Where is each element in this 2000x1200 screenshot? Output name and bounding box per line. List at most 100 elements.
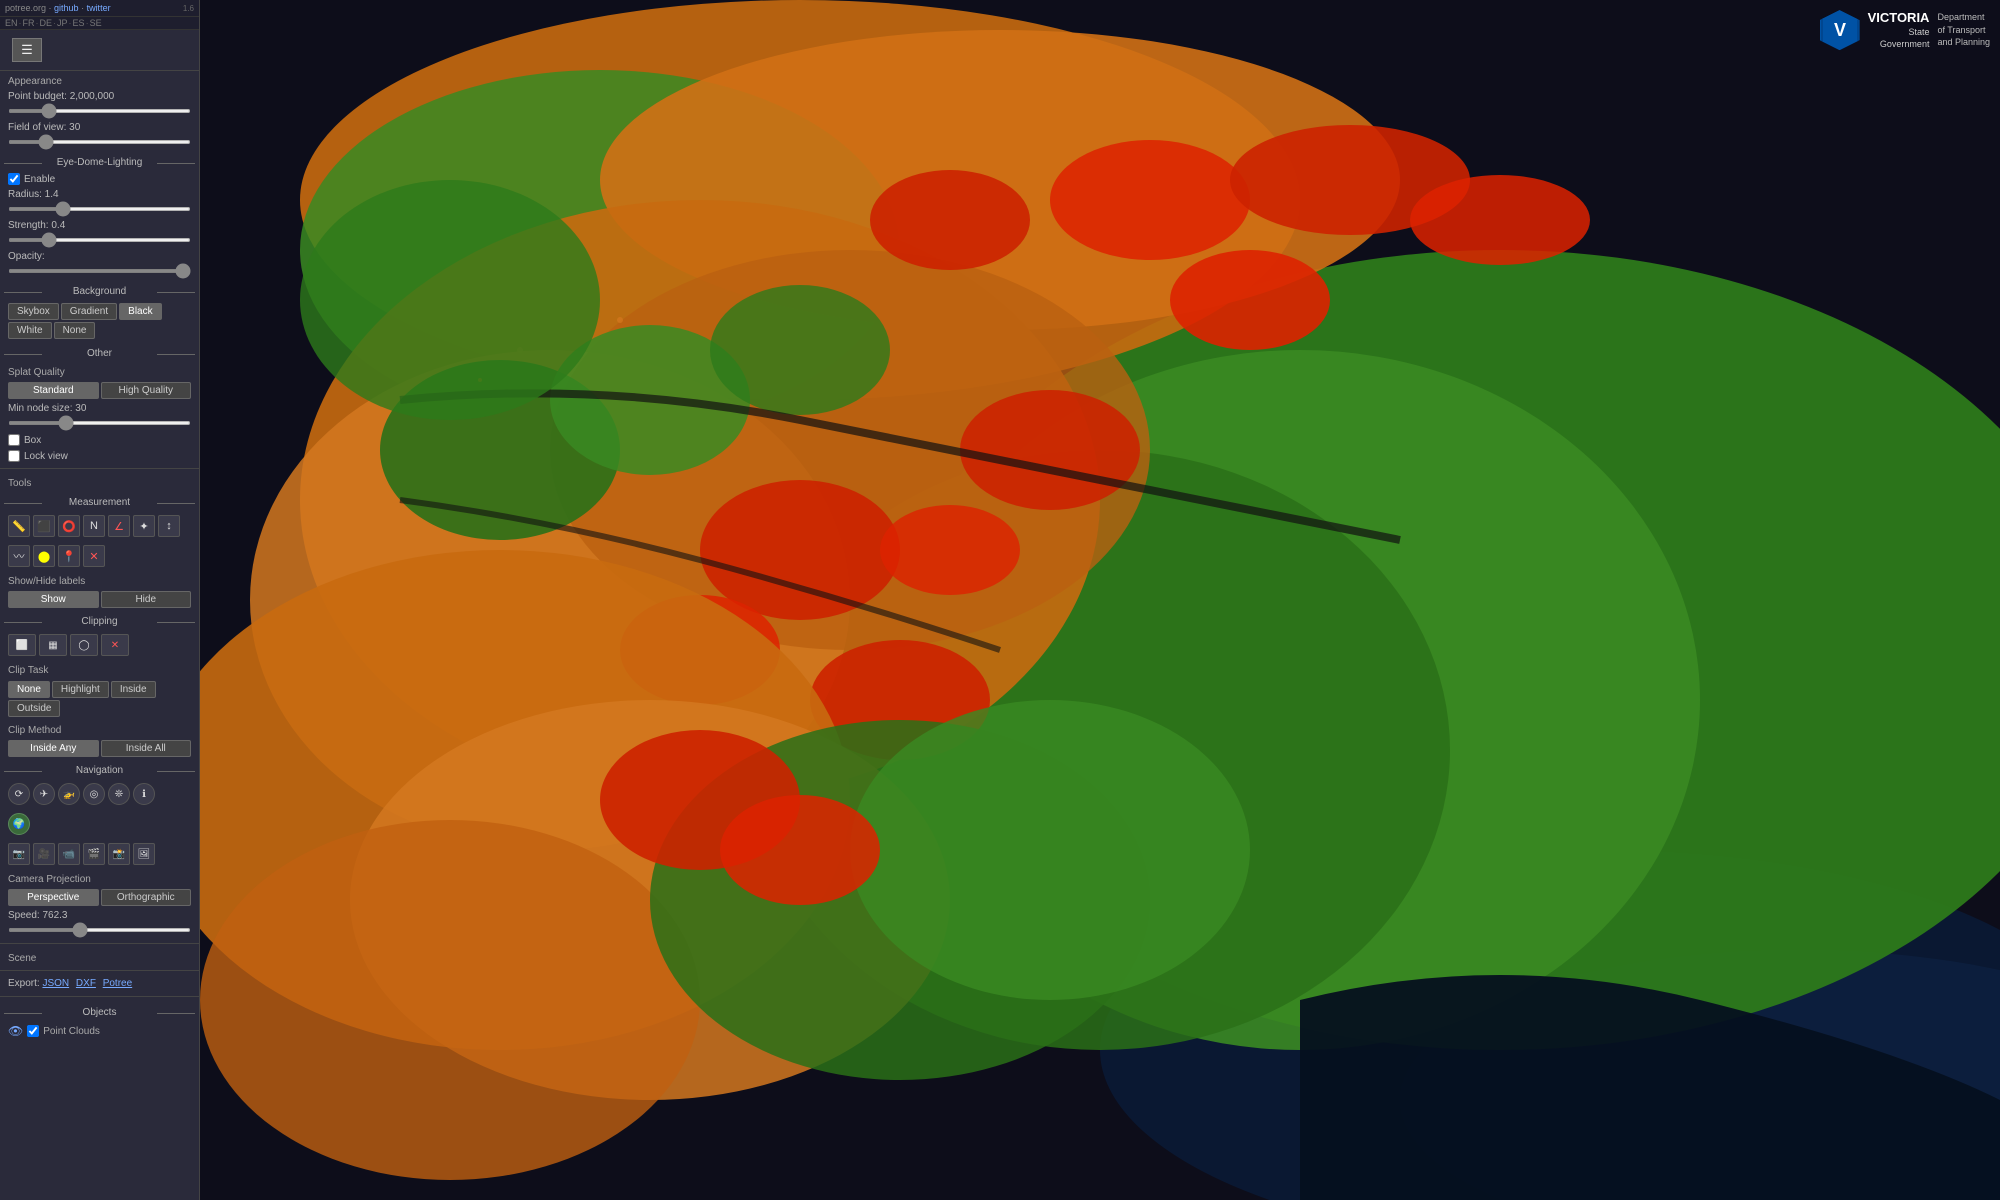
bg-black-button[interactable]: Black xyxy=(119,303,161,320)
eye-icon[interactable]: 👁 xyxy=(8,1024,23,1038)
measure-azimuth-icon[interactable]: N xyxy=(83,515,105,537)
measure-distance-icon[interactable]: 📏 xyxy=(8,515,30,537)
export-json-link[interactable]: JSON xyxy=(42,978,69,989)
min-node-label: Min node size: 30 xyxy=(8,403,191,414)
bg-none-button[interactable]: None xyxy=(54,322,96,339)
twitter-link[interactable]: twitter xyxy=(87,3,111,13)
bg-skybox-button[interactable]: Skybox xyxy=(8,303,59,320)
measurement-title-text: Measurement xyxy=(69,497,130,508)
bg-gradient-button[interactable]: Gradient xyxy=(61,303,117,320)
box-checkbox[interactable] xyxy=(8,434,20,446)
edl-strength-slider[interactable] xyxy=(8,238,191,242)
opacity-row: Opacity: xyxy=(8,251,191,276)
point-budget-row: Point budget: 2,000,000 xyxy=(8,91,191,116)
opacity-label: Opacity: xyxy=(8,251,191,262)
speed-slider[interactable] xyxy=(8,928,191,932)
orthographic-button[interactable]: Orthographic xyxy=(101,889,192,906)
splat-quality-label: Splat Quality xyxy=(8,367,191,378)
clip-box-icon[interactable]: ⬜ xyxy=(8,634,36,656)
lang-se[interactable]: SE xyxy=(90,18,102,28)
splat-standard-button[interactable]: Standard xyxy=(8,382,99,399)
splat-high-button[interactable]: High Quality xyxy=(101,382,192,399)
fov-slider[interactable] xyxy=(8,140,191,144)
bg-white-button[interactable]: White xyxy=(8,322,52,339)
clip-method-inside-any[interactable]: Inside Any xyxy=(8,740,99,757)
appearance-title: Appearance xyxy=(8,76,62,87)
lang-de[interactable]: DE xyxy=(40,18,53,28)
svg-text:V: V xyxy=(1834,20,1846,40)
background-section-title: Background xyxy=(4,286,195,297)
nav-orbit-icon[interactable]: ⟳ xyxy=(8,783,30,805)
clip-poly-icon[interactable]: ▦ xyxy=(39,634,67,656)
nav-fullscreen-icon[interactable]: ❊ xyxy=(108,783,130,805)
clip-task-outside[interactable]: Outside xyxy=(8,700,60,717)
opacity-slider[interactable] xyxy=(8,269,191,273)
other-section-title: Other xyxy=(4,348,195,359)
victoria-shield: V xyxy=(1820,10,1860,50)
lock-view-row: Lock view xyxy=(8,450,191,462)
cam-preset-5[interactable]: 📸 xyxy=(108,843,130,865)
github-link[interactable]: github xyxy=(54,3,79,13)
show-hide-buttons: Show Hide xyxy=(8,591,191,608)
victoria-state-title: VICTORIA xyxy=(1868,10,1930,27)
clip-remove-icon[interactable]: ✕ xyxy=(101,634,129,656)
measure-remove-icon[interactable]: ✕ xyxy=(83,545,105,567)
nav-earth-icon[interactable]: 🌍 xyxy=(8,813,30,835)
measure-circle-icon[interactable]: ⭕ xyxy=(58,515,80,537)
lang-fr[interactable]: FR xyxy=(23,18,35,28)
cam-preset-3[interactable]: 📹 xyxy=(58,843,80,865)
cam-preset-1[interactable]: 📷 xyxy=(8,843,30,865)
edl-enable-row: Enable xyxy=(8,173,191,185)
measure-polyline-icon[interactable]: ⬤ xyxy=(33,545,55,567)
point-clouds-label: Point Clouds xyxy=(43,1026,100,1037)
point-budget-slider[interactable] xyxy=(8,109,191,113)
clip-task-inside[interactable]: Inside xyxy=(111,681,156,698)
hide-labels-button[interactable]: Hide xyxy=(101,591,192,608)
measure-profile-icon[interactable]: 📍 xyxy=(58,545,80,567)
clip-sphere-icon[interactable]: ◯ xyxy=(70,634,98,656)
edl-radius-label: Radius: 1.4 xyxy=(8,189,191,200)
point-clouds-visible-checkbox[interactable] xyxy=(27,1025,39,1037)
cam-preset-6[interactable]: 🖼 xyxy=(133,843,155,865)
lang-es[interactable]: ES xyxy=(73,18,85,28)
sidebar-header: potree.org · github · twitter 1.6 EN·FR·… xyxy=(0,0,199,30)
min-node-slider[interactable] xyxy=(8,421,191,425)
clipping-title-text: Clipping xyxy=(81,616,117,627)
export-potree-link[interactable]: Potree xyxy=(103,978,132,989)
edl-section-title: Eye-Dome-Lighting xyxy=(4,157,195,168)
nav-fly-icon[interactable]: ✈ xyxy=(33,783,55,805)
lang-jp[interactable]: JP xyxy=(57,18,68,28)
perspective-button[interactable]: Perspective xyxy=(8,889,99,906)
box-label: Box xyxy=(24,435,41,446)
edl-radius-slider[interactable] xyxy=(8,207,191,211)
clip-method-inside-all[interactable]: Inside All xyxy=(101,740,192,757)
sidebar: potree.org · github · twitter 1.6 EN·FR·… xyxy=(0,0,200,1200)
measure-point-icon[interactable]: ✦ xyxy=(133,515,155,537)
measure-height-icon[interactable]: ↕ xyxy=(158,515,180,537)
potree-header: potree.org · github · twitter 1.6 xyxy=(0,0,199,17)
box-row: Box xyxy=(8,434,191,446)
nav-info-icon[interactable]: ℹ xyxy=(133,783,155,805)
cam-preset-2[interactable]: 🎥 xyxy=(33,843,55,865)
nav-helicopter-icon[interactable]: 🚁 xyxy=(58,783,80,805)
clip-task-highlight[interactable]: Highlight xyxy=(52,681,109,698)
cam-preset-4[interactable]: 🎬 xyxy=(83,843,105,865)
measure-angle-icon[interactable]: ∠ xyxy=(108,515,130,537)
edl-enable-checkbox[interactable] xyxy=(8,173,20,185)
state-text: State xyxy=(1908,27,1929,37)
show-labels-button[interactable]: Show xyxy=(8,591,99,608)
lang-en[interactable]: EN xyxy=(5,18,18,28)
measure-area-icon[interactable]: ⬛ xyxy=(33,515,55,537)
clipping-section-title: Clipping xyxy=(4,616,195,627)
menu-button[interactable]: ☰ xyxy=(12,38,42,62)
background-title-text: Background xyxy=(73,286,126,297)
department-text: Department of Transport and Planning xyxy=(1937,11,1990,49)
viewport-background xyxy=(200,0,2000,1200)
clip-task-none[interactable]: None xyxy=(8,681,50,698)
nav-compass-icon[interactable]: ◎ xyxy=(83,783,105,805)
measure-contour-icon[interactable]: 〰 xyxy=(8,545,30,567)
lock-view-checkbox[interactable] xyxy=(8,450,20,462)
edl-enable-label: Enable xyxy=(24,174,55,185)
navigation-title-text: Navigation xyxy=(76,765,123,776)
export-dxf-link[interactable]: DXF xyxy=(76,978,96,989)
